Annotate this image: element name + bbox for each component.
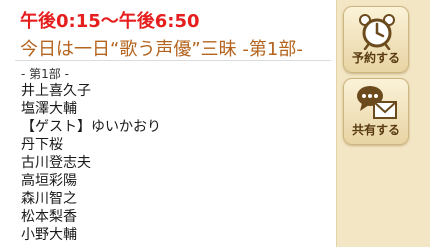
- details-line: 森川智之: [21, 191, 77, 207]
- speech-bubble-envelope-icon: [357, 86, 397, 119]
- details-line: 塩澤大輔: [21, 101, 77, 117]
- program-detail-screen: 午後0:15～午後6:50 今日は一日“歌う声優”三昧 -第1部- - 第1部 …: [0, 0, 430, 247]
- alarm-clock-icon: [359, 14, 395, 50]
- reserve-button-label: 予約する: [351, 51, 400, 65]
- share-button[interactable]: 共有する: [343, 78, 409, 145]
- program-info-panel: 午後0:15～午後6:50 今日は一日“歌う声優”三昧 -第1部- - 第1部 …: [0, 0, 336, 247]
- program-title: 今日は一日“歌う声優”三昧 -第1部-: [20, 39, 303, 60]
- details-line: 井上喜久子: [21, 83, 91, 99]
- details-line: 高垣彩陽: [21, 173, 77, 189]
- program-details: - 第1部 - 井上喜久子 塩澤大輔 【ゲスト】ゆいかおり 丹下桜 古川登志夫 …: [21, 66, 321, 244]
- details-line: 【ゲスト】ゆいかおり: [21, 119, 161, 135]
- details-section-heading: - 第1部 -: [21, 67, 69, 81]
- details-line: 小野大輔: [21, 227, 77, 243]
- action-sidebar: 予約する 共有する: [336, 0, 430, 247]
- broadcast-time: 午後0:15～午後6:50: [20, 11, 200, 32]
- share-button-label: 共有する: [351, 123, 400, 137]
- reserve-button[interactable]: 予約する: [343, 6, 409, 73]
- details-line: 丹下桜: [21, 137, 63, 153]
- details-line: 古川登志夫: [21, 155, 91, 171]
- details-line: 松本梨香: [21, 209, 77, 225]
- title-divider: [15, 60, 331, 61]
